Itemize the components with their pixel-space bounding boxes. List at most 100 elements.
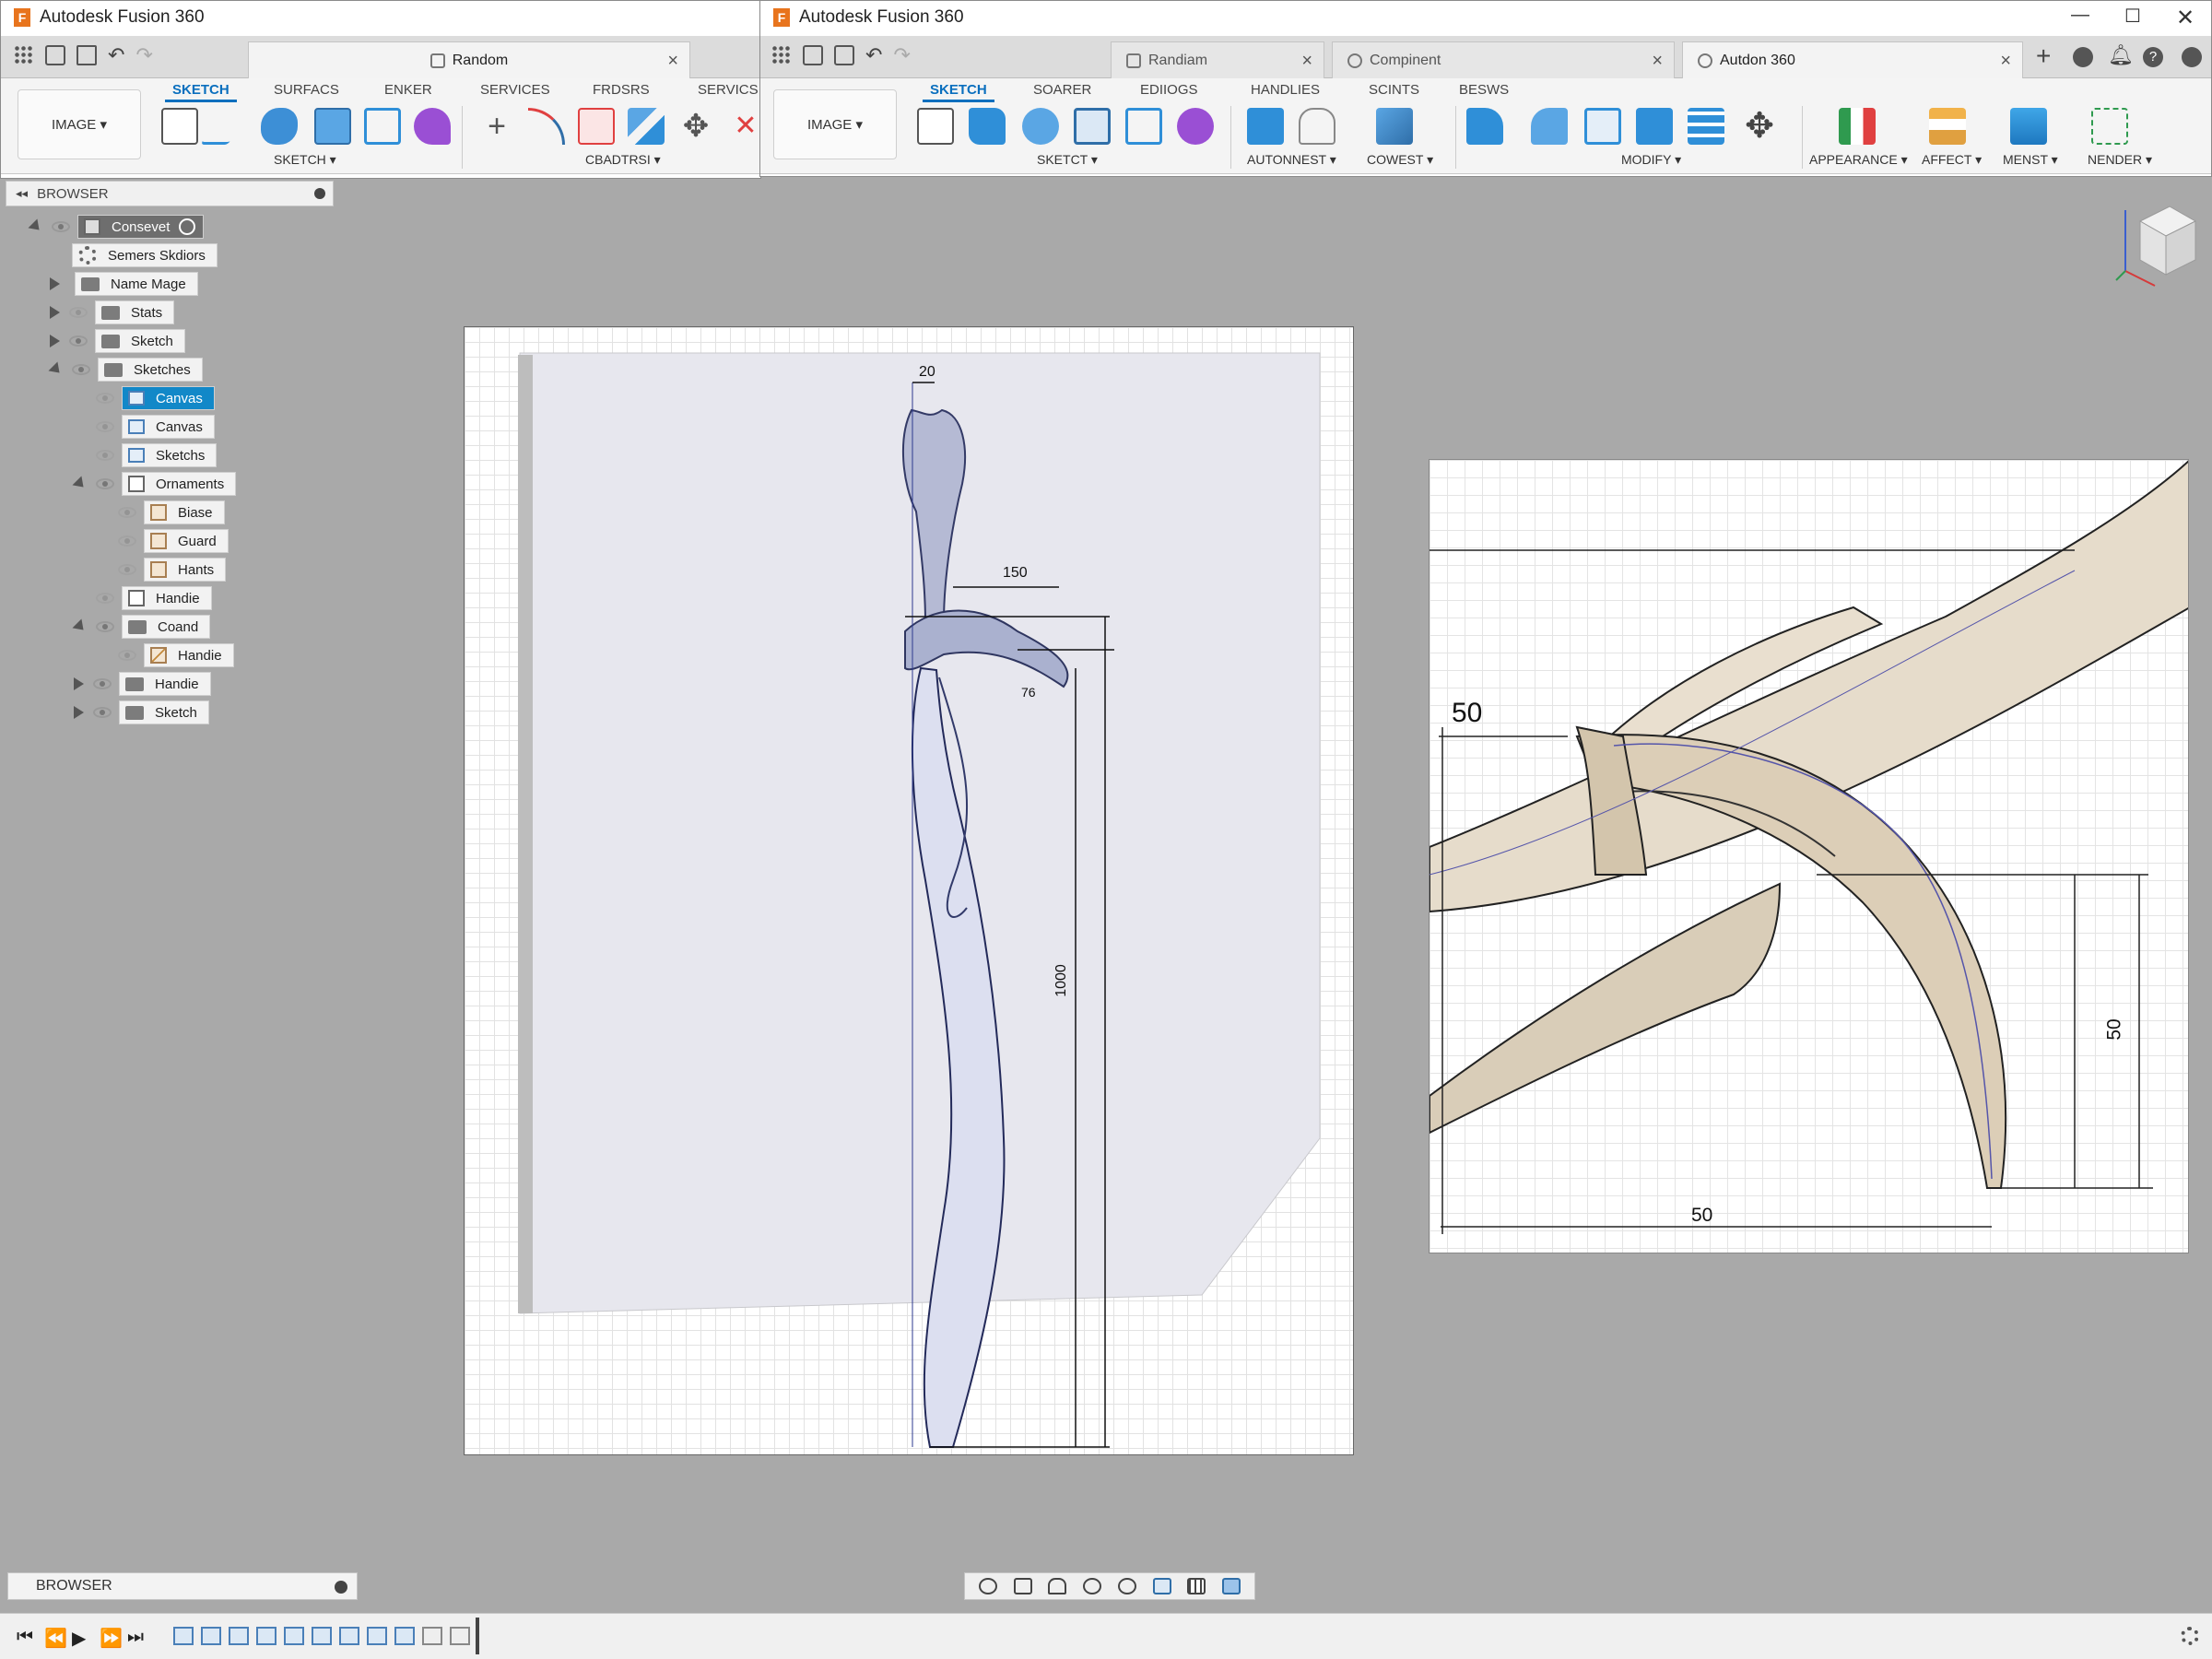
play-icon[interactable]: ▶ [72,1627,86,1650]
create-sketch-icon[interactable] [917,108,954,145]
notifications-icon[interactable]: 🔔︎ [2108,43,2134,67]
group-label-affect[interactable]: AFFECT ▾ [1922,152,1982,168]
move-copy-icon[interactable]: ✥ [1741,108,1778,145]
tab-enker[interactable]: ENKER [377,78,440,102]
tree-node-coand[interactable]: Coand [72,615,211,639]
group-label-sketch[interactable]: SKETCH ▾ [274,152,336,168]
doc-tab-randiam[interactable]: Randiam × [1111,41,1324,78]
pan-icon[interactable] [1048,1578,1067,1594]
offset-icon[interactable] [628,108,665,145]
tree-node-sketch-folder[interactable]: Sketch [74,700,209,724]
browser-header[interactable]: ◂◂ BROWSER [6,181,334,206]
dim-label-150[interactable]: 150 [1003,565,1028,582]
combine-icon[interactable] [1376,108,1413,145]
tree-node-sketchs[interactable]: Sketchs [96,443,218,467]
close-window-icon[interactable]: ✕ [2176,5,2194,31]
visibility-icon[interactable] [118,650,136,661]
group-label-cowest[interactable]: COWEST ▾ [1367,152,1433,168]
undo-icon[interactable]: ↶ [865,43,882,67]
timeline-feature-icon[interactable] [256,1627,276,1645]
pin-icon[interactable] [314,188,325,199]
data-panel-icon[interactable] [771,45,792,65]
visibility-icon[interactable] [96,478,114,489]
move-icon[interactable]: ✥ [677,108,714,145]
go-to-start-icon[interactable]: ⏮ [17,1627,33,1648]
timeline-feature-icon[interactable] [201,1627,221,1645]
tab-surfacs[interactable]: SURFACS [266,78,347,102]
timeline-feature-icon[interactable] [422,1627,442,1645]
collapse-browser-icon[interactable]: ◂◂ [16,186,28,201]
box-icon[interactable] [1247,108,1284,145]
tree-node-stats[interactable]: Stats [50,300,175,324]
visibility-icon[interactable] [96,450,114,461]
redo-icon[interactable]: ↷ [135,43,152,67]
tab-scints[interactable]: SCINTS [1361,78,1427,102]
tab-sketch[interactable]: SKETCH [165,78,237,102]
press-pull-icon[interactable] [1466,108,1503,145]
expand-toggle-icon[interactable] [72,476,88,492]
timeline-feature-icon[interactable] [312,1627,332,1645]
tree-node-handie-folder[interactable]: Handie [74,672,211,696]
timeline-feature-icon[interactable] [229,1627,249,1645]
scale-icon[interactable] [1636,108,1673,145]
expand-toggle-icon[interactable] [74,706,84,719]
insert-image-icon[interactable] [2010,108,2047,145]
dim-label-50-top[interactable]: 50 [1452,698,1482,729]
tab-ediiogs[interactable]: EDIIOGS [1133,78,1206,102]
appearance-icon[interactable] [1839,108,1876,145]
tree-node-canvas-selected[interactable]: Canvas [96,386,215,410]
sweep-icon[interactable] [1074,108,1111,145]
expand-toggle-icon[interactable] [74,677,84,690]
visibility-icon[interactable] [118,535,136,547]
undo-icon[interactable]: ↶ [108,43,124,67]
expand-toggle-icon[interactable] [28,218,44,235]
arc-icon[interactable] [528,108,565,145]
job-status-icon[interactable] [2073,47,2093,67]
visibility-icon[interactable] [118,564,136,575]
form-icon[interactable] [414,108,451,145]
point-icon[interactable]: + [478,108,515,145]
zoom-window-icon[interactable] [1117,1578,1136,1594]
form-icon[interactable] [1177,108,1214,145]
viewcube-icon[interactable] [2109,197,2197,289]
group-label-sketct[interactable]: SKETCT ▾ [1037,152,1098,168]
minimize-icon[interactable]: — [2071,5,2089,26]
tab-soarer[interactable]: SOARER [1026,78,1099,102]
dim-label-50-right[interactable]: 50 [2104,1018,2126,1040]
visibility-icon[interactable] [96,393,114,404]
help-icon[interactable]: ? [2143,47,2163,67]
visibility-icon[interactable] [96,621,114,632]
tree-node-canvas[interactable]: Canvas [96,415,215,439]
tree-node-sketch[interactable]: Sketch [50,329,185,353]
doc-tab-autdon-360[interactable]: Autdon 360 × [1682,41,2023,78]
expand-toggle-icon[interactable] [50,306,60,319]
viewcube[interactable] [2109,197,2197,289]
line-icon[interactable] [200,108,250,145]
tree-node-ornaments[interactable]: Ornaments [72,472,237,496]
tab-besws[interactable]: BESWS [1452,78,1516,102]
fillet-icon[interactable] [578,108,615,145]
tree-node-settings[interactable]: Semers Skdiors [72,243,218,267]
data-panel-icon[interactable] [14,45,34,65]
redo-icon[interactable]: ↷ [893,43,910,67]
spline-icon[interactable] [261,108,298,145]
timeline-feature-icon[interactable] [367,1627,387,1645]
expand-toggle-icon[interactable] [50,277,60,290]
new-tab-icon[interactable]: + [2036,41,2051,71]
tab-servics[interactable]: SERVICS [690,78,766,102]
mesh-icon[interactable] [1299,108,1335,145]
group-label-modify[interactable]: MODIFY ▾ [1621,152,1681,168]
tree-node-handie-sketch[interactable]: Handie [118,643,234,667]
dim-label-50-bottom[interactable]: 50 [1691,1205,1712,1227]
close-tab-icon[interactable]: × [667,51,678,72]
tree-node-name-mage[interactable]: Name Mage [50,272,198,296]
group-label-autonnest[interactable]: AUTONNEST ▾ [1247,152,1336,168]
visibility-icon[interactable] [52,221,70,232]
go-to-end-icon[interactable]: ⏭ [127,1627,144,1648]
doc-tab-random[interactable]: Random × [248,41,690,78]
look-at-icon[interactable] [1013,1578,1032,1594]
measure-icon[interactable] [1929,108,1966,145]
activate-icon[interactable] [179,218,196,235]
visibility-icon[interactable] [93,678,112,689]
canvas-guard-detail[interactable]: 50 50 50 [1429,459,2189,1253]
